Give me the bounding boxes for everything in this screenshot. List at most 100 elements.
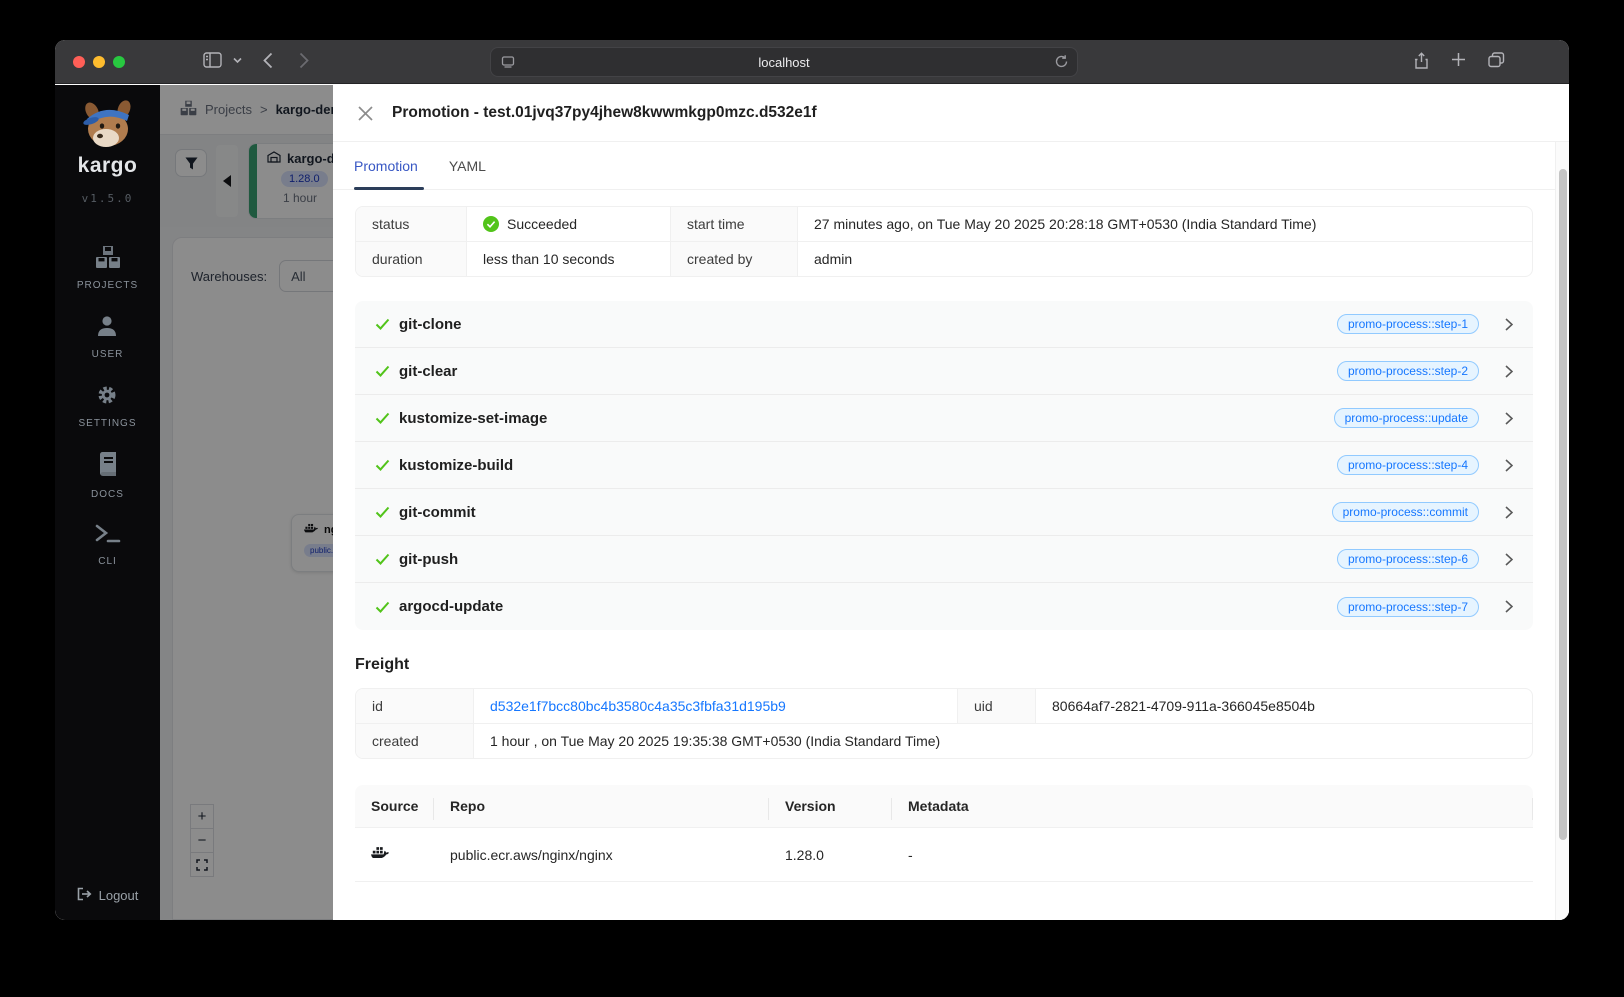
close-icon[interactable] — [358, 105, 373, 121]
freight-id-label: id — [356, 689, 473, 723]
step-name: git-clone — [399, 315, 462, 333]
freight-info-table: id d532e1f7bcc80bc4b3580c4a35c3fbfa31d19… — [355, 688, 1533, 759]
close-window-button[interactable] — [73, 56, 85, 68]
step-row-git-clear[interactable]: git-clear promo-process::step-2 — [355, 348, 1533, 395]
window-controls — [73, 56, 125, 68]
table-cell-metadata: - — [892, 828, 1533, 882]
new-tab-icon[interactable] — [1451, 52, 1466, 67]
promotion-steps-list: git-clone promo-process::step-1 git-clea… — [355, 301, 1533, 630]
modal-header: Promotion - test.01jvq37py4jhew8kwwmkgp0… — [333, 85, 1569, 142]
sidebar-item-docs[interactable]: DOCS — [91, 451, 124, 500]
sidebar-item-label: PROJECTS — [76, 280, 139, 291]
url-text: localhost — [758, 54, 810, 70]
sidebar-item-label: DOCS — [91, 489, 124, 500]
step-name: kustomize-set-image — [399, 409, 548, 427]
chevron-right-icon — [1505, 458, 1513, 472]
step-alias-badge: promo-process::commit — [1331, 502, 1479, 522]
projects-icon — [95, 245, 121, 274]
sidebar-item-user[interactable]: USER — [92, 314, 124, 360]
reload-icon[interactable] — [1054, 54, 1069, 74]
sidebar-item-settings[interactable]: SETTINGS — [78, 383, 136, 429]
modal-scrollbar-track[interactable] — [1555, 142, 1569, 920]
sidebar-item-label: SETTINGS — [78, 418, 137, 429]
column-header-version: Version — [769, 785, 892, 828]
step-alias-badge: promo-process::step-2 — [1336, 361, 1479, 381]
back-icon[interactable] — [263, 52, 273, 69]
step-name: git-clear — [399, 362, 458, 380]
active-tab-indicator — [354, 187, 424, 190]
screen: localhost kargo v1.5.0 PROJECTS USER SET… — [0, 0, 1624, 997]
chevron-down-icon[interactable] — [233, 57, 242, 64]
status-value: Succeeded — [507, 216, 578, 232]
app-version: v1.5.0 — [81, 192, 134, 205]
table-cell-repo: public.ecr.aws/nginx/nginx — [434, 828, 769, 882]
docker-icon — [371, 846, 389, 863]
step-name: argocd-update — [399, 598, 504, 615]
check-icon — [375, 601, 390, 613]
freight-created-value: 1 hour , on Tue May 20 2025 19:35:38 GMT… — [473, 723, 1532, 758]
chevron-right-icon — [1505, 600, 1513, 613]
column-header-metadata: Metadata — [892, 785, 1533, 828]
minimize-window-button[interactable] — [93, 56, 105, 68]
modal-body: status Succeeded start time 27 minutes a… — [333, 190, 1555, 882]
maximize-window-button[interactable] — [113, 56, 125, 68]
sidebar-toggle-icon[interactable] — [203, 52, 222, 68]
step-name: kustomize-build — [399, 456, 514, 474]
step-name: git-commit — [399, 503, 476, 521]
user-icon — [95, 314, 119, 343]
step-alias-badge: promo-process::step-4 — [1336, 455, 1479, 475]
step-row-git-clone[interactable]: git-clone promo-process::step-1 — [355, 301, 1533, 348]
step-row-kustomize-build[interactable]: kustomize-build promo-process::step-4 — [355, 442, 1533, 489]
column-header-source: Source — [355, 785, 434, 828]
browser-titlebar: localhost — [55, 40, 1569, 84]
kargo-logo[interactable] — [77, 99, 139, 158]
sidebar-nav: PROJECTS USER SETTINGS DOCS CLI — [77, 245, 138, 567]
column-header-repo: Repo — [434, 785, 769, 828]
freight-uid-label: uid — [957, 689, 1035, 723]
check-icon — [375, 553, 390, 565]
modal-tabs: Promotion YAML — [333, 142, 1555, 190]
sidebar-item-projects[interactable]: PROJECTS — [77, 245, 138, 291]
step-row-kustomize-set-image[interactable]: kustomize-set-image promo-process::updat… — [355, 395, 1533, 442]
kargo-wordmark: kargo — [77, 154, 138, 177]
logout-button[interactable]: Logout — [55, 887, 160, 904]
chevron-right-icon — [1505, 552, 1513, 566]
book-icon — [96, 451, 120, 483]
step-alias-badge: promo-process::step-6 — [1336, 549, 1479, 569]
freight-artifacts-table: Source Repo Version Metadata public.ecr.… — [355, 785, 1533, 882]
tab-yaml[interactable]: YAML — [449, 158, 486, 174]
page-settings-icon[interactable] — [500, 54, 516, 75]
check-icon — [375, 365, 390, 377]
share-icon[interactable] — [1414, 52, 1429, 70]
forward-icon — [299, 52, 309, 69]
table-cell-version: 1.28.0 — [769, 828, 892, 882]
freight-id-link[interactable]: d532e1f7bcc80bc4b3580c4a35c3fbfa31d195b9 — [490, 698, 786, 714]
step-row-argocd-update[interactable]: argocd-update promo-process::step-7 — [355, 583, 1533, 630]
logout-icon — [77, 887, 92, 904]
sidebar-item-label: USER — [91, 349, 124, 360]
table-cell-source — [355, 828, 434, 882]
modal-scrollbar-thumb[interactable] — [1559, 169, 1567, 840]
step-row-git-commit[interactable]: git-commit promo-process::commit — [355, 489, 1533, 536]
sidebar-item-cli[interactable]: CLI — [95, 523, 121, 567]
status-label: status — [356, 207, 466, 241]
gear-icon — [95, 383, 119, 412]
chevron-right-icon — [1505, 317, 1513, 331]
success-circle-icon — [483, 216, 499, 232]
app-area: kargo v1.5.0 PROJECTS USER SETTINGS DOCS… — [55, 85, 1569, 920]
freight-heading: Freight — [355, 656, 410, 673]
address-bar[interactable]: localhost — [490, 47, 1078, 77]
freight-created-label: created — [356, 723, 473, 758]
created-by-label: created by — [670, 241, 797, 276]
chevron-right-icon — [1505, 505, 1513, 519]
promotion-modal: Promotion - test.01jvq37py4jhew8kwwmkgp0… — [333, 85, 1569, 920]
step-alias-badge: promo-process::step-7 — [1336, 596, 1479, 617]
check-icon — [375, 412, 390, 424]
tab-overview-icon[interactable] — [1488, 52, 1505, 68]
created-by-value: admin — [797, 241, 1532, 276]
logout-label: Logout — [98, 888, 139, 903]
tab-promotion[interactable]: Promotion — [354, 158, 418, 174]
modal-scroll-area: Promotion YAML status Succeeded start ti… — [333, 142, 1555, 920]
check-icon — [375, 506, 390, 518]
step-row-git-push[interactable]: git-push promo-process::step-6 — [355, 536, 1533, 583]
